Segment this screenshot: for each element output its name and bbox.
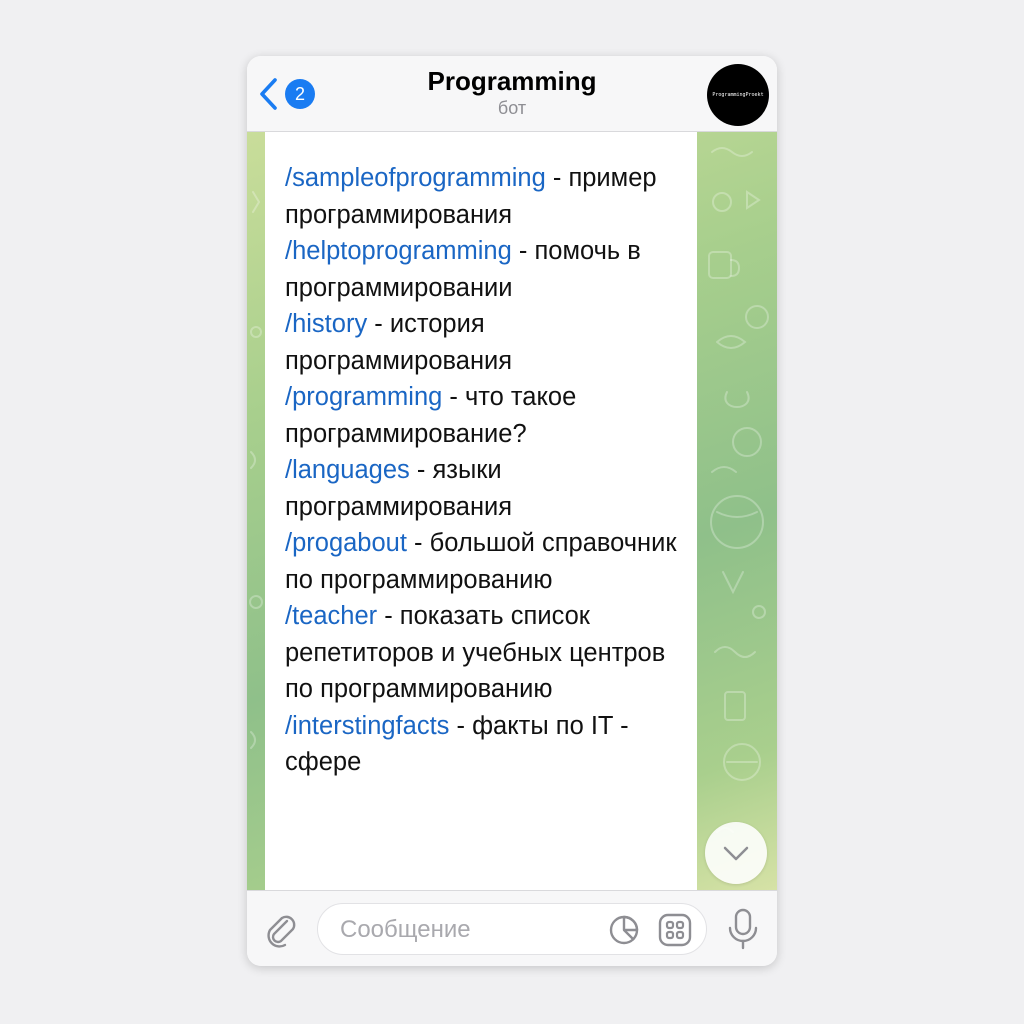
- chat-title[interactable]: Programming: [247, 66, 777, 97]
- telegram-window: 2 Programming бот ProgrammingProekt /sam…: [247, 56, 777, 966]
- message-input-container: [317, 903, 707, 956]
- command-link[interactable]: /history: [285, 310, 367, 338]
- command-line: /teacher - показать список репетиторов и…: [285, 598, 685, 708]
- message-bubble: /sampleofprogramming - пример программир…: [265, 132, 697, 890]
- command-link[interactable]: /helptoprogramming: [285, 237, 512, 265]
- message-composer: [247, 890, 777, 966]
- command-link[interactable]: /programming: [285, 383, 442, 411]
- command-link[interactable]: /interstingfacts: [285, 712, 449, 740]
- bot-avatar[interactable]: ProgrammingProekt: [707, 64, 769, 126]
- command-link[interactable]: /sampleofprogramming: [285, 164, 546, 192]
- command-line: /programming - что такое программировани…: [285, 379, 685, 452]
- command-line: /helptoprogramming - помочь в программир…: [285, 233, 685, 306]
- chat-area: /sampleofprogramming - пример программир…: [247, 132, 777, 890]
- command-link[interactable]: /teacher: [285, 602, 377, 630]
- command-link[interactable]: /languages: [285, 456, 410, 484]
- command-line: /progabout - большой справочник по прогр…: [285, 525, 685, 598]
- chat-header: 2 Programming бот ProgrammingProekt: [247, 56, 777, 132]
- keyboard-grid-icon[interactable]: [658, 913, 692, 947]
- command-list: /sampleofprogramming - пример программир…: [285, 160, 685, 781]
- chevron-down-icon: [723, 846, 749, 861]
- scroll-down-button[interactable]: [705, 822, 767, 884]
- message-input[interactable]: [338, 904, 592, 956]
- command-line: /interstingfacts - факты по IT - сфере: [285, 708, 685, 781]
- command-line: /sampleofprogramming - пример программир…: [285, 160, 685, 233]
- chat-subtitle: бот: [497, 98, 527, 118]
- microphone-icon[interactable]: [723, 907, 763, 951]
- command-line: /history - история программирования: [285, 306, 685, 379]
- command-link[interactable]: /progabout: [285, 529, 407, 557]
- paperclip-icon[interactable]: [261, 909, 301, 949]
- command-line: /languages - языки программирования: [285, 452, 685, 525]
- sticker-icon[interactable]: [608, 914, 640, 946]
